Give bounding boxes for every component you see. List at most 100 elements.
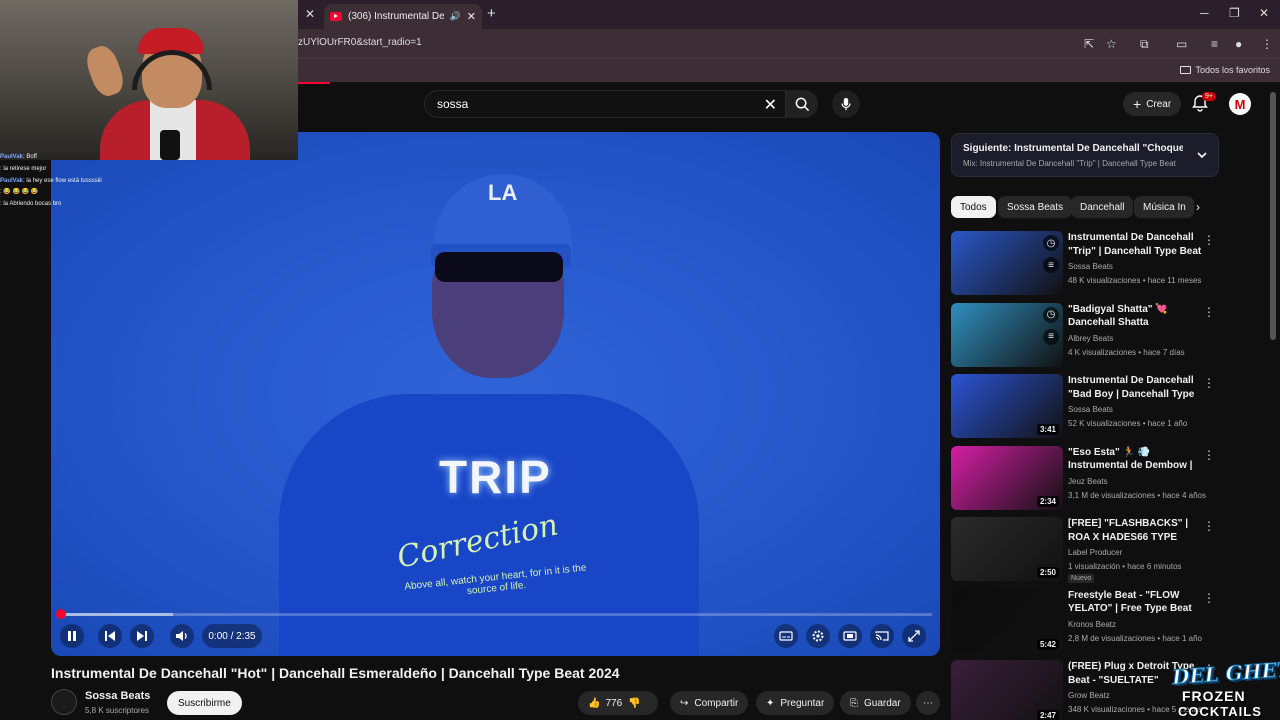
watch-later-icon[interactable]: ◷	[1043, 235, 1059, 251]
channel-avatar[interactable]	[51, 689, 77, 715]
profile-icon[interactable]: ●	[1235, 37, 1242, 51]
more-actions-button[interactable]: ⋯	[916, 691, 940, 715]
more-vertical-icon[interactable]: ⋮	[1203, 376, 1215, 390]
recommendation-channel[interactable]: Sossa Beats	[1068, 262, 1113, 271]
search-input[interactable]: sossa ✕	[424, 90, 786, 118]
logo-line1: DEL GHETTO	[1171, 654, 1280, 690]
previous-button[interactable]	[98, 624, 122, 648]
recommendation-item[interactable]: 3:41 Instrumental De Dancehall "Bad Boy |…	[951, 374, 1221, 442]
filter-chip[interactable]: Todos	[951, 196, 996, 218]
new-tab-icon[interactable]: +	[487, 5, 496, 22]
recommendation-title[interactable]: Freestyle Beat - "FLOW YELATO" | Free Ty…	[1068, 589, 1206, 616]
account-avatar[interactable]: M	[1229, 93, 1251, 115]
video-thumbnail[interactable]: 2:34	[951, 445, 1063, 510]
scrubber-handle[interactable]	[56, 609, 66, 619]
url-text[interactable]: zUYlOUrFR0&start_radio=1	[298, 37, 422, 48]
ask-button[interactable]: ✦ Preguntar	[756, 691, 835, 715]
recommendation-title[interactable]: Instrumental De Dancehall "Bad Boy | Dan…	[1068, 374, 1206, 401]
video-thumbnail[interactable]: 3:41	[951, 374, 1063, 438]
filter-chip[interactable]: Dancehall	[1071, 196, 1134, 218]
recommendation-item[interactable]: 5:42 Freestyle Beat - "FLOW YELATO" | Fre…	[951, 588, 1221, 657]
page-scrollbar[interactable]	[1270, 92, 1276, 340]
video-thumbnail[interactable]: 5:42	[951, 588, 1063, 653]
channel-name[interactable]: Sossa Beats	[85, 690, 150, 702]
minimize-icon[interactable]: ─	[1200, 6, 1209, 20]
bookmark-star-icon[interactable]: ☆	[1106, 37, 1117, 51]
search-button[interactable]	[786, 90, 818, 118]
cast-icon[interactable]: ▭	[1176, 37, 1187, 51]
recommendation-item[interactable]: ◷≡"Badigyal Shatta" 💘 Dancehall Shatta I…	[951, 302, 1221, 371]
like-button[interactable]: 👍 776	[588, 698, 622, 709]
recommendation-channel[interactable]: Albrey Beats	[1068, 334, 1113, 343]
theater-mode-button[interactable]	[838, 624, 862, 648]
screen: ✕ (306) Instrumental De Danc 🔊 ✕ + ─ ❐ ✕…	[0, 0, 1280, 720]
add-to-queue-icon[interactable]: ≡	[1043, 328, 1059, 345]
recommendation-channel[interactable]: Grow Beatz	[1068, 691, 1110, 700]
dislike-button[interactable]: 👎	[628, 698, 640, 709]
share-label: Compartir	[694, 697, 739, 709]
recommendation-title[interactable]: Instrumental De Dancehall "Trip" | Dance…	[1068, 231, 1206, 258]
create-button[interactable]: + Crear	[1123, 92, 1182, 116]
chat-message: : 😂 😂 😂 😂	[0, 187, 300, 199]
video-frame-shirt-print: TRIP	[439, 451, 552, 503]
recommendation-item[interactable]: 2:50 [FREE] "FLASHBACKS" | ROA X HADES66 …	[951, 517, 1221, 585]
recommendation-title[interactable]: "Eso Esta" 🏃 💨 Instrumental de Dembow | …	[1068, 446, 1206, 473]
recommendation-title[interactable]: "Badigyal Shatta" 💘 Dancehall Shatta Ins…	[1068, 303, 1206, 330]
add-to-queue-icon[interactable]: ≡	[1043, 257, 1059, 273]
like-dislike-group: 👍 776 👎	[578, 691, 658, 715]
up-next-card[interactable]: Siguiente: Instrumental De Dancehall "Ch…	[951, 133, 1219, 177]
clear-search-icon[interactable]: ✕	[764, 95, 777, 115]
settings-button[interactable]	[806, 624, 830, 648]
video-progress-bar[interactable]	[56, 609, 932, 619]
pause-button[interactable]	[60, 624, 84, 648]
subtitles-icon	[779, 631, 793, 641]
filter-chip[interactable]: Música In	[1134, 196, 1194, 218]
more-vertical-icon[interactable]: ⋮	[1203, 519, 1215, 533]
more-vertical-icon[interactable]: ⋮	[1203, 305, 1215, 319]
install-app-icon[interactable]: ⇱	[1084, 37, 1094, 51]
recommendation-item[interactable]: 2:34 "Eso Esta" 🏃 💨 Instrumental de Dembo…	[951, 445, 1221, 514]
save-button[interactable]: ⎘ Guardar	[840, 691, 911, 715]
subtitles-button[interactable]	[774, 624, 798, 648]
volume-button[interactable]	[170, 624, 194, 648]
close-tab-icon[interactable]: ✕	[467, 10, 476, 23]
video-thumbnail[interactable]: ◷ ≡	[951, 231, 1063, 295]
recommendation-channel[interactable]: Jeuz Beats	[1068, 477, 1108, 486]
next-button[interactable]	[130, 624, 154, 648]
recommendation-channel[interactable]: Label Producer	[1068, 548, 1122, 557]
recommendation-channel[interactable]: Kronos Beatz	[1068, 620, 1116, 629]
cast-button[interactable]	[870, 624, 894, 648]
more-menu-icon[interactable]: ⋮	[1261, 37, 1273, 51]
extensions-icon[interactable]: ⧉	[1140, 37, 1149, 52]
recommendation-channel[interactable]: Sossa Beats	[1068, 405, 1113, 414]
browser-tab-active[interactable]: (306) Instrumental De Danc 🔊 ✕	[324, 4, 482, 29]
chat-message: : la retirese mejor	[0, 164, 300, 176]
chevron-down-icon[interactable]	[1196, 149, 1208, 161]
watch-later-icon[interactable]: ◷	[1043, 306, 1059, 323]
plus-icon: +	[1133, 96, 1142, 112]
more-vertical-icon[interactable]: ⋮	[1203, 448, 1215, 462]
recommendation-item[interactable]: ◷ ≡ Instrumental De Dancehall "Trip" | Dan…	[951, 231, 1221, 299]
chat-text: : la Abriendo bocas bro	[0, 201, 62, 208]
voice-search-button[interactable]	[832, 90, 860, 118]
reading-list-icon[interactable]: ≡	[1211, 37, 1218, 51]
all-bookmarks[interactable]: Todos los favoritos	[1180, 65, 1270, 75]
fullscreen-button[interactable]	[902, 624, 926, 648]
cast-icon	[875, 631, 889, 641]
more-vertical-icon[interactable]: ⋮	[1203, 233, 1215, 247]
video-thumbnail[interactable]: ◷ ≡	[951, 302, 1063, 367]
close-tab-icon[interactable]: ✕	[305, 7, 315, 21]
video-thumbnail[interactable]: 2:50	[951, 517, 1063, 581]
filter-chip[interactable]: Sossa Beats	[998, 196, 1073, 218]
recommendation-title[interactable]: [FREE] "FLASHBACKS" | ROA X HADES66 TYPE…	[1068, 517, 1206, 544]
restore-icon[interactable]: ❐	[1229, 6, 1240, 20]
search-icon	[795, 97, 809, 111]
video-thumbnail[interactable]: 2:47	[951, 660, 1063, 720]
chevron-right-icon[interactable]: ›	[1196, 200, 1200, 214]
more-vertical-icon[interactable]: ⋮	[1203, 591, 1215, 605]
subscribe-button[interactable]: Suscribirme	[167, 691, 242, 715]
sparkle-icon: ✦	[766, 697, 775, 709]
speaker-icon[interactable]: 🔊	[450, 11, 461, 22]
close-window-icon[interactable]: ✕	[1259, 6, 1269, 20]
share-button[interactable]: ↪ Compartir	[670, 691, 749, 715]
